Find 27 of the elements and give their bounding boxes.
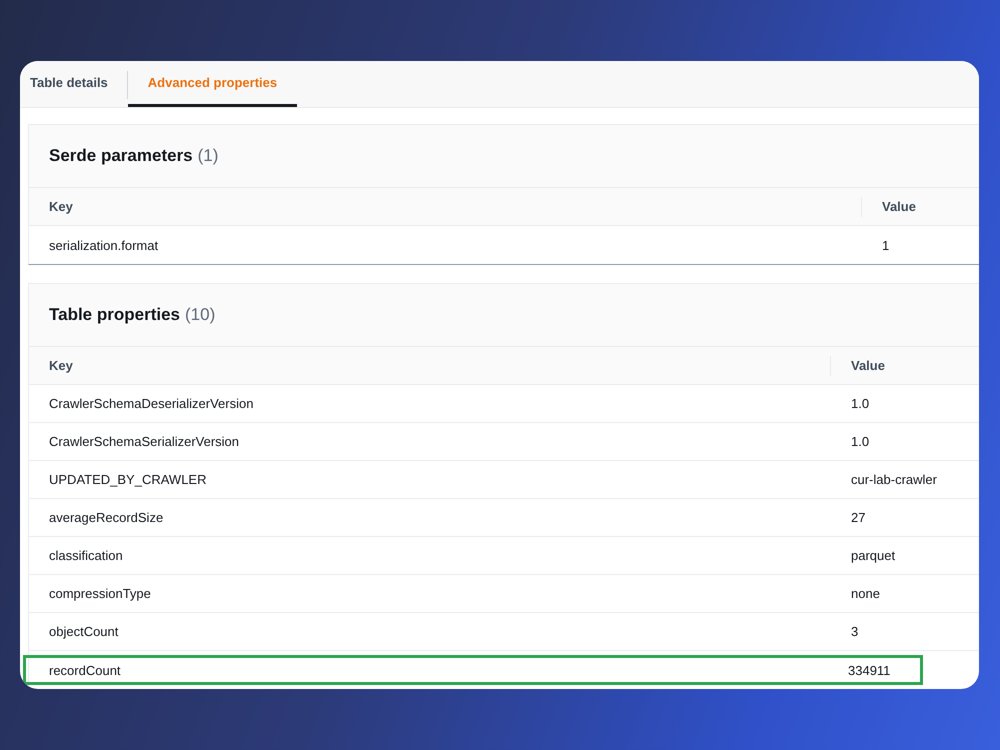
table-cell-text: recordCount bbox=[48, 662, 122, 678]
item-count: (1) bbox=[198, 146, 218, 166]
table-cell-text: compressionType bbox=[48, 586, 152, 601]
table-cell-text: CrawlerSchemaSerializerVersion bbox=[48, 434, 240, 449]
item-count: (10) bbox=[185, 305, 216, 325]
table-cell-text: 27 bbox=[850, 510, 866, 525]
table-cell-text: classification bbox=[48, 548, 124, 563]
table-cell-text: serialization.format bbox=[48, 238, 160, 252]
table-cell-text: CrawlerSchemaDeserializerVersion bbox=[48, 396, 254, 411]
table-cell-text: 1.0 bbox=[850, 434, 870, 449]
panel-title: Table properties bbox=[49, 305, 180, 325]
column-header: Value bbox=[850, 358, 885, 373]
table-cell-text: 334911 bbox=[847, 662, 890, 678]
table-cell-text: objectCount bbox=[48, 624, 120, 639]
table-cell-text: parquet bbox=[850, 548, 896, 563]
table-cell-text: 1.0 bbox=[850, 396, 870, 411]
table-cell-text: UPDATED_BY_CRAWLER bbox=[48, 472, 208, 487]
panel-title: Serde parameters bbox=[49, 146, 193, 166]
table-cell-text: averageRecordSize bbox=[48, 510, 164, 525]
column-header: Key bbox=[48, 358, 74, 373]
column-header: Key bbox=[48, 199, 74, 214]
table-cell-text: none bbox=[850, 586, 880, 601]
tab[interactable]: Table details bbox=[20, 61, 127, 107]
column-header: Value bbox=[881, 199, 916, 214]
table-cell-text: 1 bbox=[881, 238, 890, 252]
table-cell-text: cur-lab-crawler bbox=[850, 472, 937, 487]
table-cell-text: 3 bbox=[850, 624, 858, 639]
